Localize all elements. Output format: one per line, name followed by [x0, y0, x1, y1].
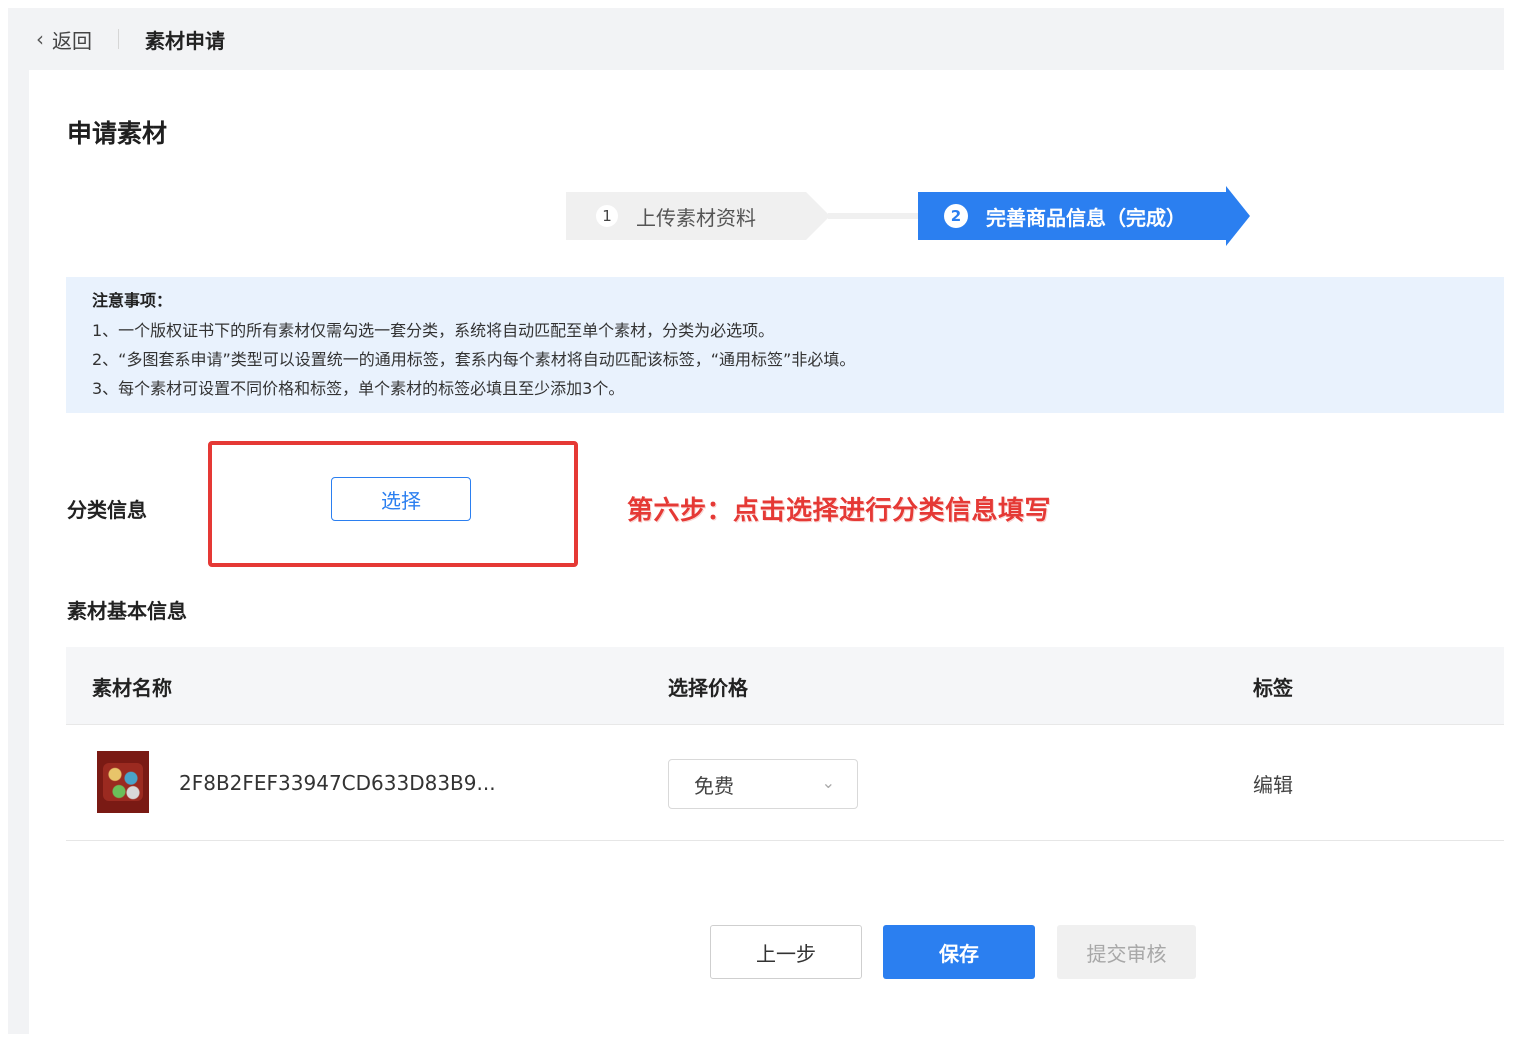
price-select-value: 免费	[694, 773, 734, 798]
column-header-price: 选择价格	[668, 675, 748, 700]
column-header-tags: 标签	[1253, 675, 1293, 700]
back-label: 返回	[52, 28, 92, 53]
chevron-left-icon: ‹	[36, 27, 44, 51]
divider	[118, 29, 119, 49]
step-connector	[828, 213, 920, 219]
notice-box: 注意事项： 1、一个版权证书下的所有素材仅需勾选一套分类，系统将自动匹配至单个素…	[66, 277, 1504, 413]
step-label: 上传素材资料	[636, 205, 756, 230]
step-number: 1	[596, 205, 618, 227]
save-button[interactable]: 保存	[883, 925, 1035, 979]
price-select[interactable]: 免费 ⌄	[668, 759, 858, 809]
table-row: 2F8B2FEF33947CD633D83B9... 免费 ⌄ 编辑	[66, 725, 1504, 841]
breadcrumb-title: 素材申请	[145, 28, 225, 53]
step-label: 完善商品信息（完成）	[986, 205, 1186, 230]
step-arrow	[806, 192, 830, 240]
main-card: 申请素材 1 上传素材资料 2 完善商品信息（完成） 注意事项： 1、一个版权证…	[29, 70, 1504, 1034]
notice-line: 3、每个素材可设置不同价格和标签，单个素材的标签必填且至少添加3个。	[92, 379, 625, 398]
step-complete-info: 2 完善商品信息（完成）	[918, 192, 1226, 240]
notice-title: 注意事项：	[92, 291, 173, 310]
category-label: 分类信息	[67, 498, 147, 522]
select-category-button[interactable]: 选择	[331, 477, 471, 521]
prev-step-button[interactable]: 上一步	[710, 925, 862, 979]
notice-line: 2、“多图套系申请”类型可以设置统一的通用标签，套系内每个素材将自动匹配该标签，…	[92, 350, 856, 369]
step-number: 2	[944, 204, 968, 228]
material-name: 2F8B2FEF33947CD633D83B9...	[179, 771, 496, 795]
chevron-down-icon: ⌄	[821, 773, 835, 792]
basic-info-label: 素材基本信息	[67, 599, 187, 623]
material-thumbnail	[97, 751, 149, 813]
step-arrow	[1226, 186, 1250, 246]
notice-line: 1、一个版权证书下的所有素材仅需勾选一套分类，系统将自动匹配至单个素材，分类为必…	[92, 321, 775, 340]
step-upload: 1 上传素材资料	[566, 192, 806, 240]
submit-review-button[interactable]: 提交审核	[1057, 925, 1196, 979]
top-bar: ‹ 返回 素材申请	[8, 8, 1504, 70]
page-title: 申请素材	[67, 119, 168, 148]
table-header: 素材名称 选择价格 标签	[66, 647, 1504, 725]
back-button[interactable]: ‹ 返回	[36, 25, 92, 54]
edit-tags-link[interactable]: 编辑	[1253, 725, 1293, 841]
app-frame: ‹ 返回 素材申请 申请素材 1 上传素材资料 2 完善商品信息（完成） 注意事…	[8, 8, 1504, 1034]
annotation-text: 第六步：点击选择进行分类信息填写	[627, 496, 1052, 526]
column-header-name: 素材名称	[92, 675, 172, 700]
